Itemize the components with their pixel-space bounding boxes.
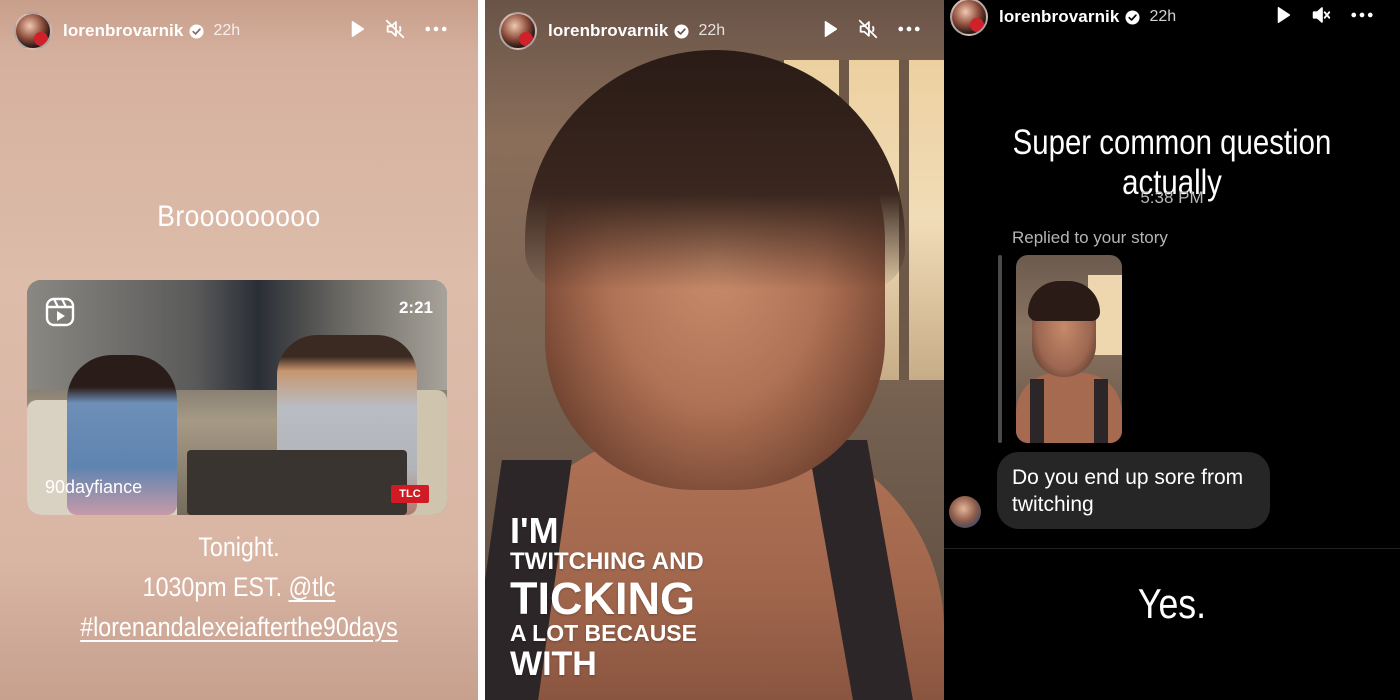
story-panel-2[interactable]: lorenbrovarnik 22h I'M TWITCHING AND TIC… [485, 0, 944, 700]
divider [944, 548, 1400, 549]
avatar[interactable] [499, 12, 537, 50]
caption-overlay-line: WITH [510, 645, 597, 683]
hashtag-link[interactable]: #lorenandalexeiafterthe90days [80, 612, 398, 642]
story-text-time: 1030pm EST. [142, 572, 283, 602]
story-panel-3[interactable]: lorenbrovarnik 22h Super common question… [944, 0, 1400, 700]
story-text-line: Tonight. [198, 532, 280, 562]
story-answer-text: Yes. [1137, 580, 1207, 627]
reel-account[interactable]: 90dayfiance [45, 477, 142, 498]
username[interactable]: lorenbrovarnik [548, 21, 668, 41]
post-time: 22h [1149, 8, 1177, 25]
message-timestamp: 5:38 PM [1140, 188, 1204, 207]
story-header: lorenbrovarnik 22h [944, 0, 1400, 48]
avatar[interactable] [950, 0, 988, 36]
mention-link[interactable]: @tlc [289, 572, 336, 602]
reel-duration: 2:21 [398, 298, 433, 317]
shared-reel-card[interactable]: 2:21 90dayfiance TLC [27, 280, 447, 515]
caption-overlay-line: TWITCHING AND [510, 548, 704, 575]
story-text-line: 1030pm EST. @tlc [33, 572, 444, 603]
hashtag-line: #lorenandalexeiafterthe90days [33, 612, 444, 643]
story-reply-thumbnail[interactable] [1016, 255, 1122, 443]
story-heading: Brooooooooo [157, 200, 321, 233]
post-time: 22h [698, 22, 726, 39]
verified-icon [189, 23, 204, 39]
message-bubble: Do you end up sore from twitching [997, 452, 1270, 529]
reel-icon [45, 297, 75, 327]
sender-avatar[interactable] [949, 496, 981, 528]
username[interactable]: lorenbrovarnik [63, 21, 183, 41]
replied-to-story-label: Replied to your story [1012, 228, 1168, 247]
avatar[interactable] [14, 12, 52, 50]
caption-overlay-line: A LOT BECAUSE [510, 620, 697, 646]
caption-overlay-line: TICKING [510, 573, 695, 624]
story-header: lorenbrovarnik 22h [0, 0, 478, 62]
reply-quote-bar [998, 255, 1002, 443]
post-time: 22h [213, 22, 241, 39]
story-panel-1[interactable]: lorenbrovarnik 22h Brooooooooo 2:21 90da… [0, 0, 478, 700]
caption-overlay-line: I'M [510, 510, 559, 551]
verified-icon [674, 23, 689, 39]
tlc-logo: TLC [391, 485, 429, 503]
username[interactable]: lorenbrovarnik [999, 7, 1119, 27]
story-header: lorenbrovarnik 22h [485, 0, 944, 62]
verified-icon [1125, 9, 1140, 25]
